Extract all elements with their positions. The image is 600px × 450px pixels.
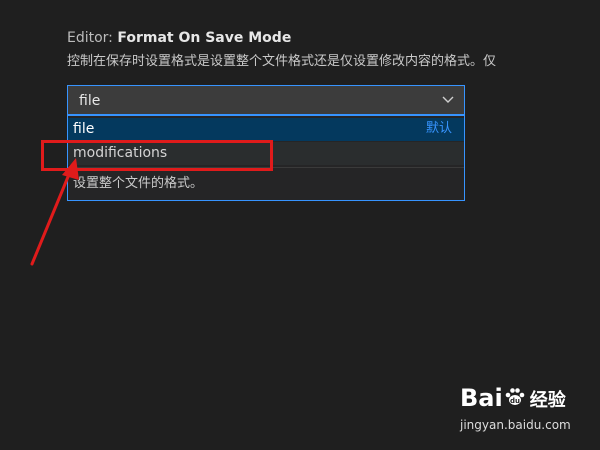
default-badge: 默认 [425,121,452,136]
chevron-down-icon [442,96,454,103]
option-modifications[interactable]: modifications [68,142,464,165]
dropdown-divider [68,167,464,168]
paw-icon: du [505,388,525,405]
option-label: modifications [73,145,168,161]
option-description: 设置整个文件的格式。 [73,176,204,191]
select-dropdown-list: file 默认 modifications 设置整个文件的格式。 [67,115,465,201]
setting-name: Format On Save Mode [117,30,292,46]
option-file[interactable]: file 默认 [68,118,464,141]
baidu-jingyan-watermark: Bai du 经验 jingyan.baidu.com [452,380,592,440]
setting-description: 控制在保存时设置格式是设置整个文件格式还是仅设置修改内容的格式。仅 [67,54,497,69]
setting-category: Editor: [67,30,118,46]
watermark-url: jingyan.baidu.com [460,418,571,432]
watermark-logo: Bai du 经验 [460,384,566,412]
svg-text:du: du [510,397,520,405]
option-label: file [73,121,95,137]
format-mode-select[interactable]: file [67,85,465,115]
select-current-value: file [79,93,101,109]
setting-item: Editor: Format On Save Mode 控制在保存时设置格式是设… [67,28,600,71]
setting-title: Editor: Format On Save Mode [67,28,600,48]
